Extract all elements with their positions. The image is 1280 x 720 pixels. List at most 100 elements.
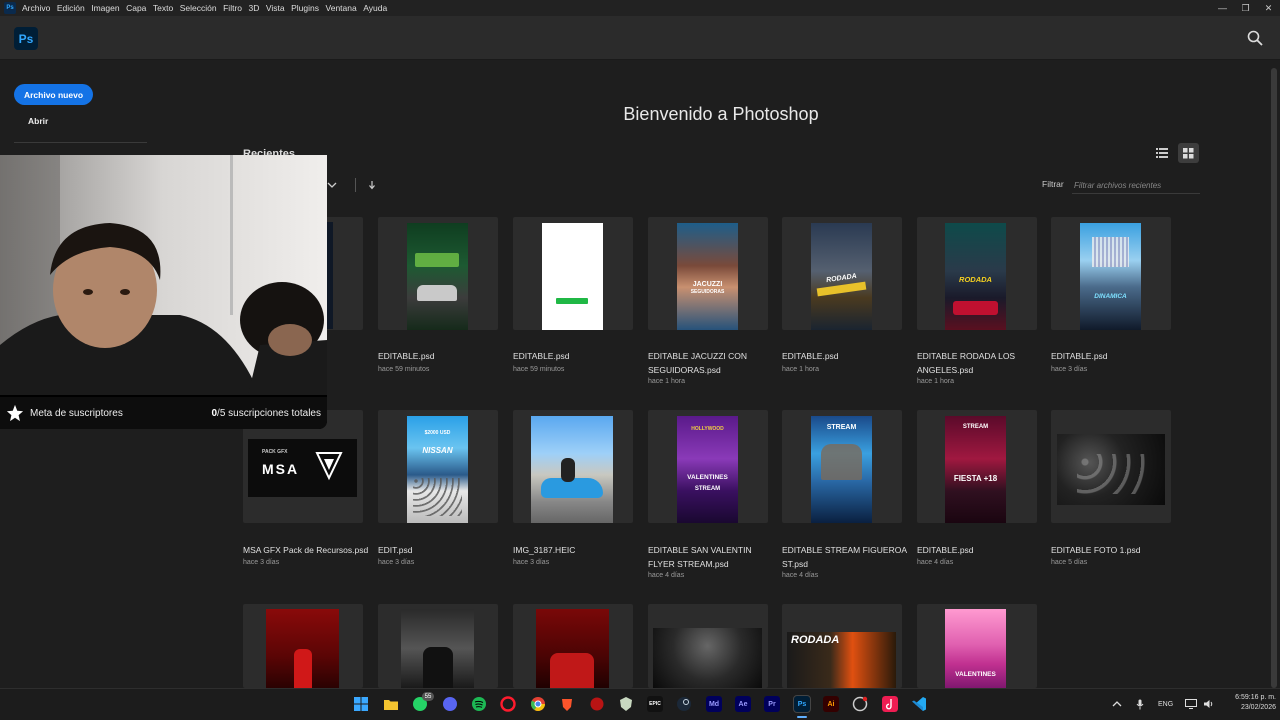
network-icon[interactable]: [1185, 699, 1198, 709]
filter-input[interactable]: [1072, 177, 1200, 194]
restore-icon[interactable]: ❐: [1234, 0, 1257, 16]
file-name[interactable]: EDITABLE JACUZZI CON SEGUIDORAS.psd: [648, 350, 776, 377]
open-button[interactable]: Abrir: [28, 116, 48, 126]
recent-file-card[interactable]: DINAMICA: [1051, 217, 1171, 330]
recent-file-card[interactable]: RODADA: [782, 217, 902, 330]
file-thumbnail: [407, 223, 468, 330]
scrollbar[interactable]: [1270, 62, 1278, 688]
brave-icon[interactable]: [559, 696, 575, 712]
volume-icon[interactable]: [1203, 699, 1214, 709]
file-thumbnail: STREAM FIESTA +18: [945, 416, 1006, 523]
recent-file-card[interactable]: [1051, 410, 1171, 523]
menu-filtro[interactable]: Filtro: [223, 3, 242, 13]
file-time: hace 1 hora: [917, 378, 954, 385]
menu-imagen[interactable]: Imagen: [91, 3, 119, 13]
recent-file-card[interactable]: [513, 217, 633, 330]
menu-3d[interactable]: 3D: [249, 3, 260, 13]
recent-file-card[interactable]: [513, 604, 633, 688]
file-thumbnail: DINAMICA: [1080, 223, 1141, 330]
spotify-icon[interactable]: [471, 696, 487, 712]
page-title: Bienvenido a Photoshop: [623, 104, 819, 124]
file-thumbnail: [266, 609, 339, 688]
minimize-icon[interactable]: —: [1211, 0, 1234, 16]
recent-file-card[interactable]: [378, 604, 498, 688]
microphone-icon[interactable]: [1136, 699, 1144, 710]
chevron-up-icon[interactable]: [1112, 700, 1122, 708]
menu-edicion[interactable]: Edición: [57, 3, 85, 13]
file-thumbnail: [401, 609, 474, 688]
file-name[interactable]: EDITABLE SAN VALENTIN FLYER STREAM.psd: [648, 544, 776, 571]
tiktok-icon[interactable]: [882, 696, 898, 712]
recent-file-card[interactable]: STREAM: [782, 410, 902, 523]
chrome-icon[interactable]: [530, 696, 546, 712]
list-view-icon[interactable]: [1153, 145, 1171, 161]
file-time: hace 3 días: [378, 559, 415, 566]
recent-file-card[interactable]: HOLLYWOOD VALENTINES STREAM: [648, 410, 768, 523]
new-file-button[interactable]: Archivo nuevo: [14, 84, 93, 105]
sort-direction-icon[interactable]: [368, 180, 376, 190]
menu-texto[interactable]: Texto: [153, 3, 173, 13]
recent-file-card[interactable]: $2000 USD NISSAN: [378, 410, 498, 523]
media-encoder-icon[interactable]: Md: [706, 696, 722, 712]
file-name[interactable]: EDITABLE.psd: [782, 350, 910, 364]
recent-file-card[interactable]: JACUZZI SEGUIDORAS: [648, 217, 768, 330]
subscriber-goal-title: Meta de suscriptores: [30, 407, 123, 419]
vscode-icon[interactable]: [911, 696, 927, 712]
premiere-pro-icon[interactable]: Pr: [764, 696, 780, 712]
divider: [14, 142, 147, 143]
recent-file-card[interactable]: RODADA: [782, 604, 902, 688]
file-thumbnail: RODADA: [811, 223, 872, 330]
search-icon[interactable]: [1247, 30, 1263, 46]
recent-file-card[interactable]: STREAM FIESTA +18: [917, 410, 1037, 523]
file-time: hace 3 días: [1051, 366, 1088, 373]
file-name[interactable]: EDITABLE.psd: [1051, 350, 1179, 364]
opera-icon[interactable]: [500, 696, 516, 712]
photoshop-taskbar-icon[interactable]: Ps: [793, 695, 811, 713]
menu-capa[interactable]: Capa: [126, 3, 146, 13]
file-thumbnail: [1057, 434, 1165, 505]
file-name[interactable]: EDITABLE.psd: [917, 544, 1045, 558]
file-name[interactable]: EDITABLE.psd: [378, 350, 506, 364]
steam-icon[interactable]: [676, 696, 692, 712]
recent-file-card[interactable]: [513, 410, 633, 523]
recent-file-card[interactable]: [378, 217, 498, 330]
recent-file-card[interactable]: VALENTINES: [917, 604, 1037, 688]
menu-ventana[interactable]: Ventana: [326, 3, 357, 13]
app-shield-icon[interactable]: [618, 696, 634, 712]
file-thumbnail: STREAM: [811, 416, 872, 523]
grid-view-icon[interactable]: [1178, 143, 1199, 163]
after-effects-icon[interactable]: Ae: [735, 696, 751, 712]
menu-bar: Ps Archivo Edición Imagen Capa Texto Sel…: [0, 0, 1280, 16]
windows-start-icon[interactable]: [353, 696, 369, 712]
file-name[interactable]: IMG_3187.HEIC: [513, 544, 641, 558]
photoshop-window: Ps Archivo Edición Imagen Capa Texto Sel…: [0, 0, 1280, 720]
menu-vista[interactable]: Vista: [266, 3, 285, 13]
clock-time: 6:59:16 p. m.: [1235, 694, 1276, 701]
language-indicator[interactable]: ENG: [1158, 701, 1173, 708]
recent-file-card[interactable]: [243, 604, 363, 688]
file-name[interactable]: EDITABLE.psd: [513, 350, 641, 364]
file-name[interactable]: EDITABLE FOTO 1.psd: [1051, 544, 1179, 558]
file-name[interactable]: EDIT.psd: [378, 544, 506, 558]
chevron-down-icon[interactable]: [327, 181, 337, 189]
taskbar-clock[interactable]: 6:59:16 p. m. 23/02/2026: [1218, 693, 1276, 713]
menu-ayuda[interactable]: Ayuda: [363, 3, 387, 13]
window-controls: — ❐ ✕: [1211, 0, 1280, 16]
file-name[interactable]: EDITABLE STREAM FIGUEROA ST.psd: [782, 544, 910, 571]
app-icon[interactable]: [852, 696, 868, 712]
illustrator-icon[interactable]: Ai: [823, 696, 839, 712]
menu-plugins[interactable]: Plugins: [291, 3, 319, 13]
menu-archivo[interactable]: Archivo: [22, 3, 50, 13]
file-explorer-icon[interactable]: [383, 696, 399, 712]
recent-file-card[interactable]: [648, 604, 768, 688]
recent-file-card[interactable]: RODADA: [917, 217, 1037, 330]
close-icon[interactable]: ✕: [1257, 0, 1280, 16]
app-header: Ps: [0, 16, 1280, 60]
menu-seleccion[interactable]: Selección: [180, 3, 217, 13]
app-icon[interactable]: [589, 696, 605, 712]
epic-games-icon[interactable]: EPIC: [647, 696, 663, 712]
file-name[interactable]: EDITABLE RODADA LOS ANGELES.psd: [917, 350, 1045, 377]
discord-icon[interactable]: [442, 696, 458, 712]
file-time: hace 3 días: [243, 559, 280, 566]
file-name[interactable]: MSA GFX Pack de Recursos.psd: [243, 544, 371, 558]
